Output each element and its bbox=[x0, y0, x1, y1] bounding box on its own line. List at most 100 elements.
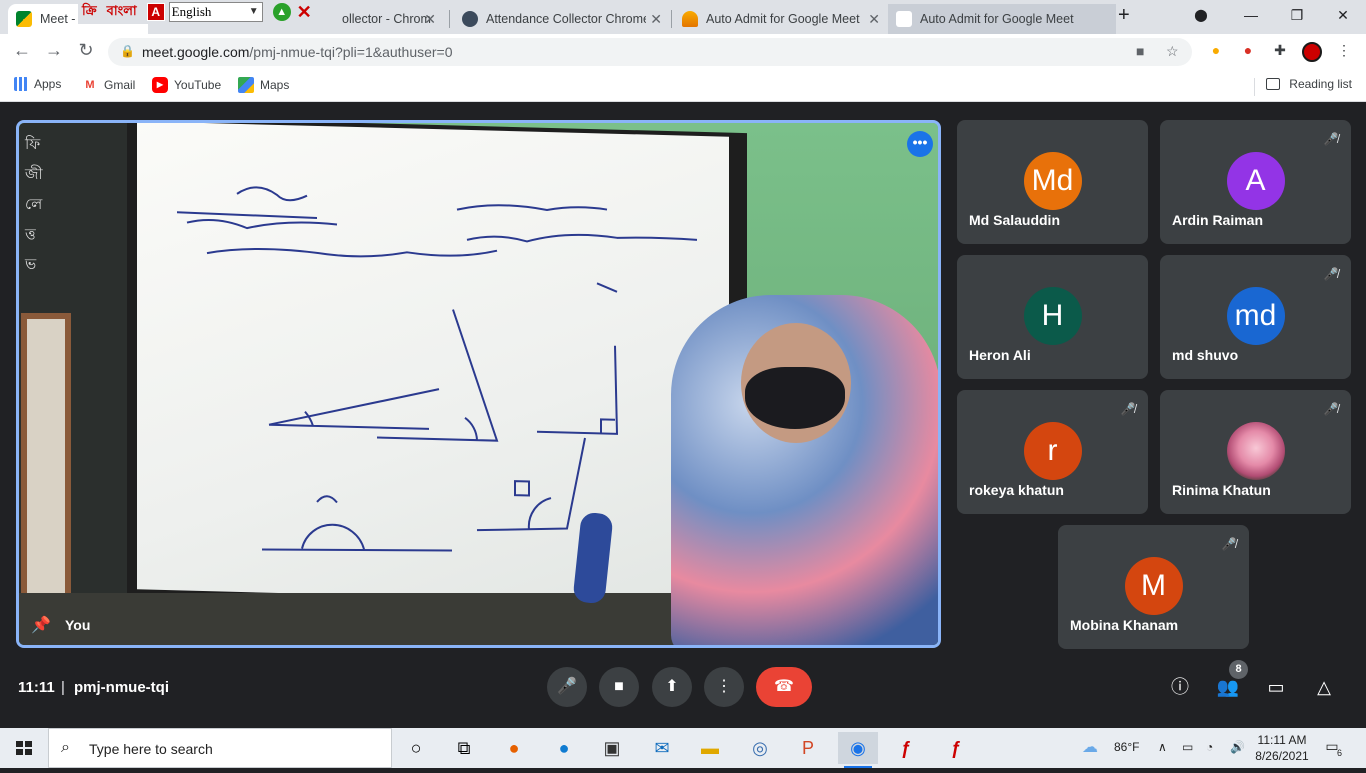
present-screen-button[interactable]: ⬆ bbox=[652, 667, 692, 707]
bookmark-apps[interactable]: Apps bbox=[14, 77, 61, 91]
participant-tile[interactable]: H Heron Ali bbox=[957, 255, 1148, 379]
bookmark-maps[interactable]: Maps bbox=[238, 77, 289, 93]
tab-search-icon[interactable]: ⬤ bbox=[1186, 0, 1216, 30]
youtube-icon: ▶ bbox=[152, 77, 168, 93]
participant-tile[interactable]: 🎤̸ A Ardin Raiman bbox=[1160, 120, 1351, 244]
flash-player-icon[interactable]: ƒ bbox=[886, 732, 926, 764]
maximize-button[interactable]: ❐ bbox=[1274, 0, 1320, 30]
menu-kebab-icon[interactable]: ⋮ bbox=[1334, 42, 1354, 62]
task-view-icon[interactable]: ⧉ bbox=[444, 732, 484, 764]
meeting-info-icon[interactable]: ⓘ bbox=[1168, 675, 1192, 699]
close-icon[interactable]: ✕ bbox=[424, 11, 436, 28]
powerpoint-icon[interactable]: P bbox=[788, 732, 828, 764]
chrome-icon[interactable]: ◉ bbox=[838, 732, 878, 768]
notifications-icon[interactable]: ▭ 6 bbox=[1322, 738, 1342, 758]
tile-more-options-icon[interactable]: ••• bbox=[907, 131, 933, 157]
avatar: H bbox=[1023, 287, 1082, 345]
minimize-button[interactable]: — bbox=[1228, 0, 1274, 30]
language-select[interactable]: English ▼ bbox=[168, 2, 263, 22]
profile-avatar[interactable] bbox=[1302, 42, 1322, 62]
browser-toolbar: ← → ↻ 🔒 meet.google.com/pmj-nmue-tqi?pli… bbox=[0, 34, 1366, 70]
close-icon[interactable]: ✕ bbox=[868, 11, 880, 28]
meet-stage: ফি জী লে ত্ত ভ ••• 📌 You Md Md Salauddin… bbox=[0, 103, 1366, 728]
tab-auto-admit-1[interactable]: Auto Admit for Google Meet ✕ bbox=[674, 4, 888, 34]
bookmark-youtube[interactable]: ▶ YouTube bbox=[152, 77, 221, 93]
bookmarks-divider bbox=[1254, 78, 1255, 96]
battery-icon[interactable]: ▭ bbox=[1182, 740, 1193, 754]
back-icon[interactable]: ← bbox=[10, 40, 34, 61]
new-tab-button[interactable]: + bbox=[1118, 4, 1130, 27]
weather-icon[interactable]: ☁ bbox=[1082, 737, 1098, 757]
camera-button[interactable]: ■ bbox=[599, 667, 639, 707]
more-options-button[interactable]: ⋮ bbox=[704, 667, 744, 707]
gmail-icon: M bbox=[85, 79, 95, 91]
address-bar[interactable]: 🔒 meet.google.com/pmj-nmue-tqi?pli=1&aut… bbox=[108, 38, 1192, 66]
tab-attendance-collector[interactable]: Attendance Collector Chrome ✕ bbox=[454, 4, 670, 34]
participant-name: Rinima Khatun bbox=[1172, 482, 1271, 498]
mic-off-icon: 🎤̸ bbox=[1221, 537, 1237, 551]
tab-attendance-partial[interactable]: ollector - Chrom ✕ bbox=[334, 4, 444, 34]
close-icon[interactable]: ✕ bbox=[650, 11, 662, 28]
file-explorer-icon[interactable]: ▬ bbox=[690, 732, 730, 764]
pin-icon[interactable]: 📌 bbox=[31, 615, 51, 634]
bookmark-star-icon[interactable]: ☆ bbox=[1166, 43, 1179, 60]
network-globe-icon[interactable]: ◎ bbox=[740, 732, 780, 764]
participant-tile[interactable]: 🎤̸ M Mobina Khanam bbox=[1058, 525, 1249, 649]
camera-in-use-icon[interactable]: ■ bbox=[1136, 43, 1144, 59]
divider: | bbox=[61, 679, 65, 696]
tab-strip: Meet - ক্রি বাংলা A English ▼ ▲ ✕ ollecto… bbox=[0, 0, 1366, 34]
lock-icon[interactable]: 🔒 bbox=[120, 44, 135, 58]
store-icon[interactable]: ▣ bbox=[592, 732, 632, 764]
volume-icon[interactable]: 🔊 bbox=[1230, 740, 1245, 754]
system-clock[interactable]: 11:11 AM 8/26/2021 bbox=[1252, 732, 1312, 764]
present-icon: ⬆ bbox=[665, 678, 679, 695]
extension-people-icon[interactable]: ● bbox=[1238, 42, 1258, 62]
flash-player-icon[interactable]: ƒ bbox=[936, 732, 976, 764]
extension-bulb-icon[interactable]: ● bbox=[1206, 42, 1226, 62]
forward-icon[interactable]: → bbox=[42, 40, 66, 61]
avatar: M bbox=[1124, 557, 1183, 615]
avatar: Md bbox=[1023, 152, 1082, 210]
attendance-icon bbox=[462, 11, 478, 27]
adobe-icon[interactable]: A bbox=[146, 3, 165, 21]
leave-call-button[interactable]: ☎ bbox=[756, 667, 812, 707]
extensions-puzzle-icon[interactable]: ✚ bbox=[1270, 42, 1290, 62]
mail-icon[interactable]: ✉ bbox=[642, 732, 682, 764]
video-camera-icon: ■ bbox=[614, 678, 624, 695]
reload-icon[interactable]: ↻ bbox=[74, 40, 98, 61]
tab-auto-admit-2[interactable]: Auto Admit for Google Meet bbox=[888, 4, 1116, 34]
self-video-tile[interactable]: ফি জী লে ত্ত ভ ••• 📌 You bbox=[16, 120, 941, 648]
microphone-button[interactable]: 🎤 bbox=[547, 667, 587, 707]
activities-icon[interactable]: △ bbox=[1312, 675, 1336, 699]
bangla-typing-toolbar: ক্রি বাংলা A English ▼ ▲ ✕ bbox=[78, 0, 334, 24]
avatar: md bbox=[1226, 287, 1285, 345]
people-icon[interactable]: 👥 bbox=[1216, 675, 1240, 699]
weather-temp[interactable]: 86°F bbox=[1114, 740, 1139, 754]
wifi-icon[interactable]: ◔ bbox=[1206, 740, 1213, 754]
start-button[interactable] bbox=[0, 728, 48, 768]
chat-icon[interactable]: ▭ bbox=[1264, 675, 1288, 699]
firefox-icon[interactable]: ● bbox=[494, 732, 534, 764]
close-window-button[interactable]: ✕ bbox=[1320, 0, 1366, 30]
teacher-video-subject bbox=[671, 295, 938, 645]
participant-name: md shuvo bbox=[1172, 347, 1239, 363]
taskbar-search-box[interactable]: ⌕ Type here to search bbox=[48, 728, 392, 768]
edge-icon[interactable]: ● bbox=[544, 732, 584, 764]
avatar: r bbox=[1023, 422, 1082, 480]
url-host: meet.google.com bbox=[142, 44, 250, 60]
tools-icon[interactable]: ✕ bbox=[297, 2, 312, 23]
show-hidden-icons-icon[interactable]: ∧ bbox=[1158, 740, 1167, 754]
meet-icon bbox=[16, 11, 32, 27]
green-arrow-icon[interactable]: ▲ bbox=[272, 3, 291, 21]
participant-name: Heron Ali bbox=[969, 347, 1031, 363]
bookmark-gmail[interactable]: M Gmail bbox=[82, 77, 135, 93]
participant-tile[interactable]: 🎤̸ Rinima Khatun bbox=[1160, 390, 1351, 514]
participant-tile[interactable]: 🎤̸ r rokeya khatun bbox=[957, 390, 1148, 514]
mic-off-icon: 🎤̸ bbox=[1323, 267, 1339, 281]
avatar: A bbox=[1226, 152, 1285, 210]
participant-tile[interactable]: Md Md Salauddin bbox=[957, 120, 1148, 244]
bangla-label[interactable]: বাংলা bbox=[107, 2, 137, 23]
participant-tile[interactable]: 🎤̸ md md shuvo bbox=[1160, 255, 1351, 379]
reading-list-button[interactable]: Reading list bbox=[1266, 77, 1352, 91]
cortana-icon[interactable]: ○ bbox=[396, 732, 436, 764]
